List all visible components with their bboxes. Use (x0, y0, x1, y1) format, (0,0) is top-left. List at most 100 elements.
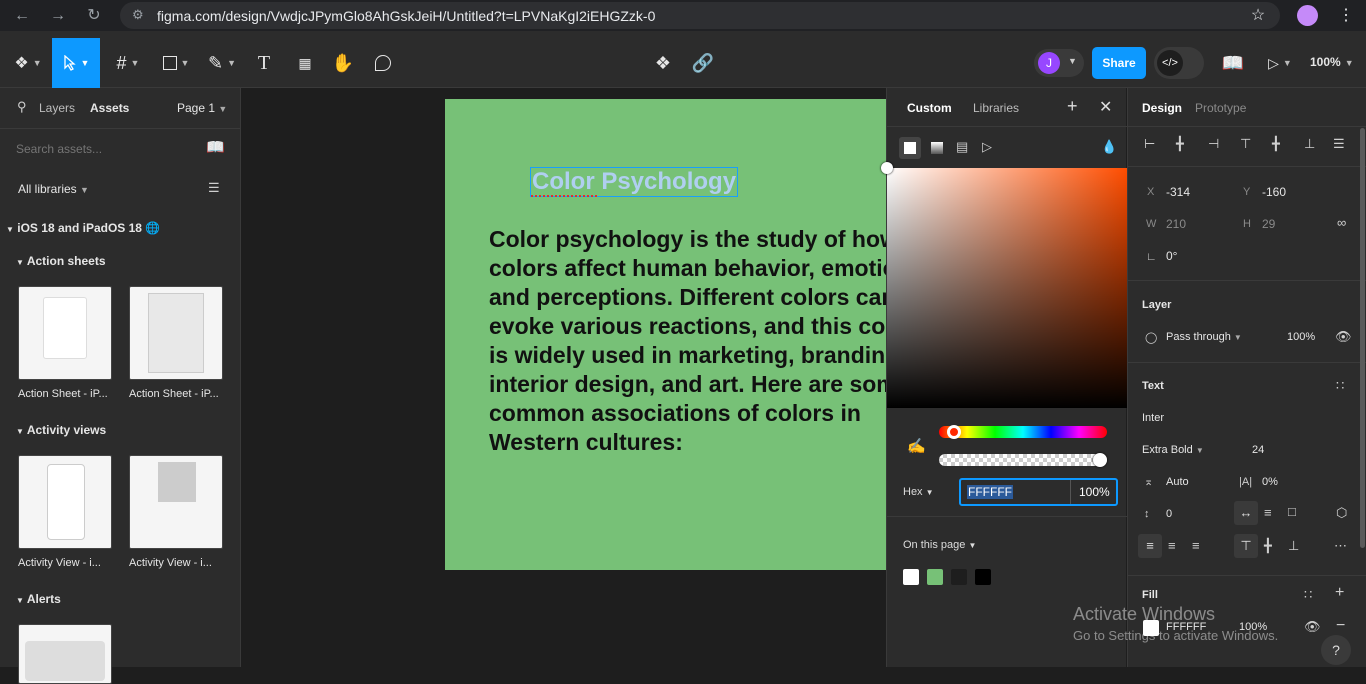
present-button[interactable]: ▷ ▼ (1258, 38, 1302, 88)
more-options-icon[interactable]: ⋯ (1334, 538, 1347, 554)
asset-thumbnail[interactable] (18, 286, 112, 380)
remove-fill-icon[interactable]: − (1336, 618, 1345, 634)
asset-thumbnail[interactable] (18, 624, 112, 684)
solid-fill-button[interactable] (899, 137, 921, 159)
shape-tool-button[interactable]: ▼ (156, 38, 196, 88)
blend-mode-select[interactable]: Pass through ▼ (1166, 331, 1242, 343)
hex-input[interactable]: FFFFFF (967, 485, 1013, 499)
profile-avatar[interactable] (1297, 5, 1318, 26)
bookmark-star-icon[interactable]: ☆ (1246, 4, 1270, 28)
back-icon[interactable]: ← (10, 4, 34, 28)
video-fill-icon[interactable]: ▷ (982, 139, 992, 155)
site-settings-icon[interactable]: ⚙ (132, 7, 144, 23)
section-header[interactable]: ▼ Action sheets (16, 254, 106, 268)
tab-design[interactable]: Design (1142, 101, 1182, 115)
dev-mode-toggle[interactable]: </> (1154, 47, 1204, 79)
align-center-v-icon[interactable]: ╋ (1272, 136, 1280, 152)
page-selector[interactable]: Page 1 ▼ (177, 101, 227, 115)
color-picker-handle[interactable] (881, 162, 893, 174)
tab-prototype[interactable]: Prototype (1195, 101, 1246, 115)
layer-opacity-input[interactable]: 100% (1287, 331, 1315, 343)
tab-libraries[interactable]: Libraries (973, 101, 1019, 115)
hue-handle[interactable] (947, 425, 961, 439)
align-left-icon[interactable]: ⊢ (1144, 136, 1155, 152)
opacity-slider[interactable] (939, 453, 1107, 467)
zoom-menu[interactable]: 100% ▼ (1310, 55, 1354, 69)
align-bottom-text-icon[interactable]: ⊥ (1288, 538, 1299, 554)
library-button[interactable]: 📖 (1213, 38, 1253, 88)
browser-menu-icon[interactable]: ⋮ (1334, 4, 1358, 28)
align-bottom-icon[interactable]: ⊥ (1304, 136, 1315, 152)
color-swatch[interactable] (975, 569, 991, 585)
align-text-right-icon[interactable]: ≡ (1192, 538, 1200, 554)
gradient-fill-icon[interactable] (931, 142, 943, 154)
color-mode-select[interactable]: Hex ▼ (903, 486, 934, 498)
y-input[interactable]: -160 (1262, 185, 1286, 199)
add-icon[interactable]: + (1067, 96, 1078, 117)
opacity-input[interactable]: 100% (1079, 485, 1110, 499)
h-input[interactable]: 29 (1262, 217, 1275, 231)
libraries-filter[interactable]: All libraries ▼ (18, 182, 89, 196)
color-saturation-area[interactable] (887, 168, 1127, 408)
tab-assets[interactable]: Assets (90, 101, 129, 115)
auto-width-icon[interactable]: ↔ (1234, 501, 1258, 525)
tab-layers[interactable]: Layers (39, 101, 75, 115)
reload-icon[interactable]: ↻ (82, 4, 106, 28)
pen-tool-button[interactable]: ✎ ▼ (202, 38, 242, 88)
body-text[interactable]: Color psychology is the study of how col… (489, 225, 887, 457)
main-menu-button[interactable]: ❖ ▼ (8, 38, 48, 88)
fill-styles-icon[interactable]: ∷ (1304, 587, 1312, 603)
constrain-proportions-icon[interactable]: ∞ (1337, 215, 1346, 231)
eye-icon[interactable]: 👁 (1335, 329, 1352, 345)
address-bar[interactable]: ⚙ figma.com/design/VwdjcJPymGlo8AhGskJei… (120, 2, 1280, 29)
frame-tool-button[interactable]: # ▼ (108, 38, 148, 88)
share-button[interactable]: Share (1092, 47, 1146, 79)
font-family-select[interactable]: Inter (1142, 412, 1164, 424)
paragraph-spacing-input[interactable]: 0 (1166, 508, 1172, 520)
component-button[interactable]: ❖ (643, 38, 683, 88)
design-frame[interactable]: Color Psychology Color psychology is the… (445, 99, 887, 570)
rotation-input[interactable]: 0° (1166, 249, 1177, 263)
search-assets-input[interactable] (10, 138, 190, 160)
align-right-icon[interactable]: ⊣ (1208, 136, 1219, 152)
help-button[interactable]: ? (1321, 635, 1351, 665)
w-input[interactable]: 210 (1166, 217, 1186, 231)
align-center-h-icon[interactable]: ╋ (1176, 136, 1184, 152)
move-tool-button[interactable]: ▼ (52, 38, 100, 88)
resources-tool-button[interactable]: ▦ (285, 38, 325, 88)
eyedropper-icon[interactable]: ✍ (907, 437, 926, 455)
align-top-icon[interactable]: ⊤ (1240, 136, 1251, 152)
text-options-icon[interactable]: ⬡ (1336, 505, 1347, 521)
font-size-input[interactable]: 24 (1252, 444, 1264, 456)
forward-icon[interactable]: → (46, 4, 70, 28)
color-swatch[interactable] (903, 569, 919, 585)
swatch-source-select[interactable]: On this page ▼ (903, 539, 976, 551)
image-fill-icon[interactable]: ▤ (956, 139, 968, 155)
distribute-icon[interactable]: ☰ (1333, 136, 1345, 152)
color-swatch[interactable] (951, 569, 967, 585)
line-height-input[interactable]: Auto (1166, 476, 1189, 488)
scrollbar[interactable] (1360, 128, 1365, 548)
selected-heading-text[interactable]: Color Psychology (530, 167, 739, 197)
align-middle-text-icon[interactable]: ╋ (1264, 538, 1272, 554)
hand-tool-button[interactable]: ✋ (323, 38, 363, 88)
eye-icon[interactable]: 👁 (1304, 619, 1321, 635)
hex-input-group[interactable]: FFFFFF 100% (959, 478, 1118, 506)
book-icon[interactable]: 📖 (206, 140, 225, 156)
add-fill-icon[interactable]: + (1335, 585, 1344, 601)
asset-thumbnail[interactable] (129, 286, 223, 380)
comment-tool-button[interactable] (363, 38, 403, 88)
align-text-center-icon[interactable]: ≡ (1168, 538, 1176, 554)
close-icon[interactable]: ✕ (1099, 97, 1112, 117)
text-styles-icon[interactable]: ∷ (1336, 378, 1344, 394)
list-view-icon[interactable]: ☰ (208, 180, 220, 196)
align-top-text-icon[interactable]: ⊤ (1234, 534, 1258, 558)
multiplayer-avatars[interactable]: J ▼ (1034, 49, 1084, 77)
library-header[interactable]: ▼ iOS 18 and iPadOS 18 🌐 (6, 221, 160, 235)
letter-spacing-input[interactable]: 0% (1262, 476, 1278, 488)
color-style-icon[interactable]: 💧 (1101, 139, 1117, 155)
link-button[interactable]: 🔗 (683, 38, 723, 88)
tab-custom[interactable]: Custom (907, 101, 952, 115)
color-swatch[interactable] (927, 569, 943, 585)
text-tool-button[interactable]: T (244, 38, 284, 88)
